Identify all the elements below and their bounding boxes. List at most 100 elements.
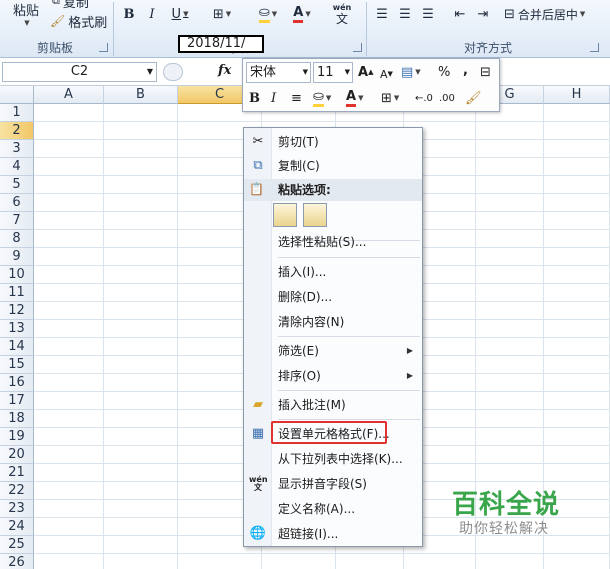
row-header-10[interactable]: 10 (0, 266, 34, 284)
watermark-title: 百科全说 (452, 490, 561, 520)
menu-item-delete[interactable]: 删除(D)... (244, 285, 422, 309)
borders-mini-button[interactable]: ⊞ ▼ (381, 88, 399, 108)
borders-icon: ⊞ (212, 6, 224, 22)
row-header-6[interactable]: 6 (0, 194, 34, 212)
name-box[interactable]: C2 ▼ (2, 62, 157, 82)
percent-button[interactable]: % (438, 62, 450, 82)
font-size-field[interactable]: 11 ▼ (313, 62, 353, 83)
chinese-char-icon: 文 (335, 12, 348, 26)
menu-item-define-name[interactable]: 定义名称(A)... (244, 497, 422, 521)
row-header-11[interactable]: 11 (0, 284, 34, 302)
font-color-mini-button[interactable]: A ▼ (346, 88, 363, 108)
chevron-down-icon: ▼ (271, 10, 278, 18)
row-header-4[interactable]: 4 (0, 158, 34, 176)
row-header-7[interactable]: 7 (0, 212, 34, 230)
row-header-15[interactable]: 15 (0, 356, 34, 374)
row-header-22[interactable]: 22 (0, 482, 34, 500)
decrease-indent-button[interactable]: ⇤ (450, 4, 470, 24)
row-header-24[interactable]: 24 (0, 518, 34, 536)
font-dialog-launcher-icon[interactable] (353, 43, 362, 52)
alignment-dialog-launcher-icon[interactable] (590, 43, 599, 52)
paste-options-header: 📋 粘贴选项: (244, 179, 422, 201)
row-header-3[interactable]: 3 (0, 140, 34, 158)
menu-item-paste-special[interactable]: 选择性粘贴(S)... (244, 230, 422, 254)
paste-button[interactable]: 粘贴 ▼ (8, 0, 44, 29)
menu-item-cut[interactable]: ✂ 剪切(T) (244, 130, 422, 154)
fill-color-mini-button[interactable]: ⛀ ▼ (313, 88, 331, 108)
formula-bar-toggle[interactable] (163, 63, 183, 81)
row-header-23[interactable]: 23 (0, 500, 34, 518)
italic-mini-button[interactable]: I (271, 88, 276, 108)
align-right-button[interactable]: ☰ (418, 4, 438, 24)
row-header-1[interactable]: 1 (0, 104, 34, 122)
menu-item-insert-comment[interactable]: ▰ 插入批注(M) (244, 393, 422, 417)
decrease-decimal-button[interactable]: .00 (439, 88, 455, 108)
select-all-corner[interactable] (0, 86, 34, 104)
shrink-font-button[interactable]: A ▼ (380, 64, 393, 84)
row-header-5[interactable]: 5 (0, 176, 34, 194)
clipboard-dialog-launcher-icon[interactable] (99, 43, 108, 52)
money-icon: ▤ (401, 64, 414, 80)
phonetic-button[interactable]: wén 文 (326, 2, 358, 28)
row-header-20[interactable]: 20 (0, 446, 34, 464)
row-header-21[interactable]: 21 (0, 464, 34, 482)
center-mini-button[interactable]: ≡ (291, 88, 302, 108)
row-header-25[interactable]: 25 (0, 536, 34, 554)
row-gridline (34, 121, 610, 122)
bold-button[interactable]: B (120, 4, 138, 24)
menu-item-insert[interactable]: 插入(I)... (244, 260, 422, 284)
row-header-8[interactable]: 8 (0, 230, 34, 248)
menu-item-hyperlink[interactable]: 🌐 超链接(I)... (244, 522, 422, 546)
format-painter-mini-button[interactable]: ⊟ (480, 62, 491, 82)
row-header-12[interactable]: 12 (0, 302, 34, 320)
align-left-button[interactable]: ☰ (372, 4, 392, 24)
column-header-b[interactable]: B (104, 86, 178, 104)
bold-mini-button[interactable]: B (249, 88, 260, 108)
row-header-17[interactable]: 17 (0, 392, 34, 410)
active-cell-c2[interactable]: 2018/11/ (178, 35, 264, 53)
menu-item-show-phonetic[interactable]: wén 文 显示拼音字段(S) (244, 472, 422, 496)
paste-option-formatting-icon[interactable] (273, 203, 297, 227)
accounting-format-button[interactable]: ▤ ▼ (401, 62, 421, 82)
row-header-9[interactable]: 9 (0, 248, 34, 266)
row-header-2[interactable]: 2 (0, 122, 34, 140)
menu-item-label: 选择性粘贴(S)... (278, 235, 367, 249)
copy-button[interactable]: ⧉ 复制 (52, 0, 112, 11)
menu-item-label: 排序(O) (278, 369, 321, 383)
globe-link-icon: 🌐 (249, 526, 267, 541)
row-header-26[interactable]: 26 (0, 554, 34, 569)
menu-item-clear-contents[interactable]: 清除内容(N) (244, 310, 422, 334)
row-header-16[interactable]: 16 (0, 374, 34, 392)
row-header-13[interactable]: 13 (0, 320, 34, 338)
format-painter-brush-button[interactable]: 🖌 (465, 88, 482, 108)
insert-function-button[interactable]: fx (218, 63, 231, 78)
menu-item-filter[interactable]: 筛选(E) ▶ (244, 339, 422, 363)
menu-item-copy[interactable]: ⧉ 复制(C) (244, 154, 422, 178)
increase-decimal-button[interactable]: ←.0 (415, 88, 433, 108)
paste-option-values-icon[interactable] (303, 203, 327, 227)
format-painter-button[interactable]: 🖌 格式刷 (50, 11, 110, 31)
chevron-down-icon: ▼ (579, 10, 586, 18)
menu-item-pick-from-list[interactable]: 从下拉列表中选择(K)... (244, 447, 422, 471)
font-name-field[interactable]: 宋体 ▼ (246, 62, 311, 83)
chevron-down-icon[interactable]: ▼ (147, 63, 153, 81)
fill-color-button[interactable]: ⛀ ▼ (252, 4, 284, 24)
column-header-a[interactable]: A (34, 86, 104, 104)
comma-button[interactable]: , (463, 60, 468, 80)
column-header-h[interactable]: H (544, 86, 610, 104)
align-center-button[interactable]: ☰ (395, 4, 415, 24)
italic-button[interactable]: I (143, 4, 161, 24)
grow-font-button[interactable]: A ▲ (358, 62, 373, 82)
menu-item-sort[interactable]: 排序(O) ▶ (244, 364, 422, 388)
increase-indent-button[interactable]: ⇥ (473, 4, 493, 24)
align-center-icon: ≡ (291, 90, 302, 106)
row-header-19[interactable]: 19 (0, 428, 34, 446)
borders-button[interactable]: ⊞ ▼ (206, 4, 238, 24)
menu-item-label: 定义名称(A)... (278, 502, 356, 516)
row-header-18[interactable]: 18 (0, 410, 34, 428)
underline-button[interactable]: U ▼ (166, 4, 194, 24)
font-color-button[interactable]: A ▼ (286, 4, 318, 24)
row-header-14[interactable]: 14 (0, 338, 34, 356)
merge-center-button[interactable]: ⊟ 合并后居中 ▼ (504, 4, 606, 24)
menu-item-label: 复制(C) (278, 159, 320, 173)
